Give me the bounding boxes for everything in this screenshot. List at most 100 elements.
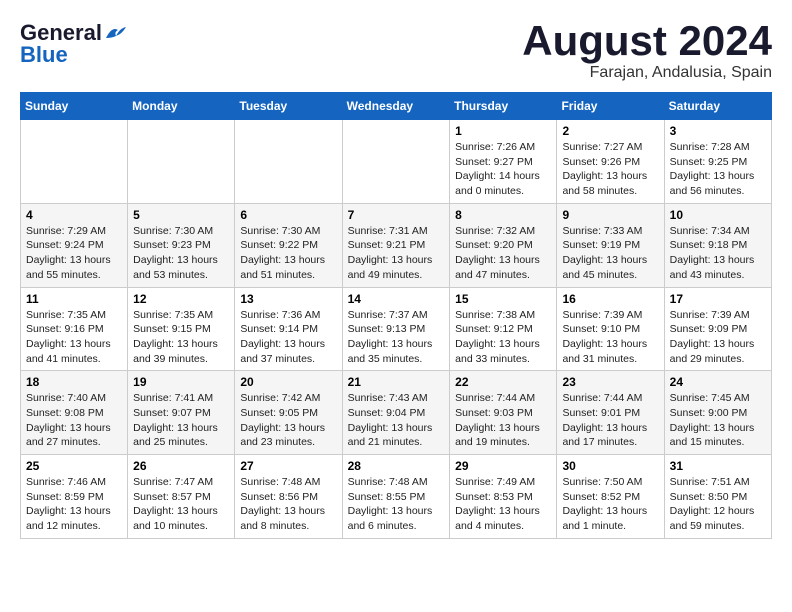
- day-number: 20: [240, 375, 336, 389]
- calendar-day-cell: 22 Sunrise: 7:44 AM Sunset: 9:03 PM Dayli…: [450, 371, 557, 455]
- day-number: 11: [26, 292, 122, 306]
- day-number: 13: [240, 292, 336, 306]
- day-info: Sunrise: 7:44 AM Sunset: 9:03 PM Dayligh…: [455, 391, 551, 450]
- day-info: Sunrise: 7:51 AM Sunset: 8:50 PM Dayligh…: [670, 475, 766, 534]
- day-info: Sunrise: 7:27 AM Sunset: 9:26 PM Dayligh…: [562, 140, 658, 199]
- calendar-day-cell: 4Sunrise: 7:29 AM Sunset: 9:24 PM Daylig…: [21, 203, 128, 287]
- day-info: Sunrise: 7:35 AM Sunset: 9:16 PM Dayligh…: [26, 308, 122, 367]
- day-number: 31: [670, 459, 766, 473]
- calendar-day-cell: 1Sunrise: 7:26 AM Sunset: 9:27 PM Daylig…: [450, 120, 557, 204]
- day-number: 14: [348, 292, 445, 306]
- weekday-header: Tuesday: [235, 93, 342, 120]
- calendar-day-cell: 2 Sunrise: 7:27 AM Sunset: 9:26 PM Daylig…: [557, 120, 664, 204]
- day-number: 22: [455, 375, 551, 389]
- calendar-day-cell: 3Sunrise: 7:28 AM Sunset: 9:25 PM Daylig…: [664, 120, 771, 204]
- page-header: General Blue August 2024 Farajan, Andalu…: [20, 20, 772, 82]
- logo: General Blue: [20, 20, 126, 68]
- calendar-day-cell: 9 Sunrise: 7:33 AM Sunset: 9:19 PM Daylig…: [557, 203, 664, 287]
- day-info: Sunrise: 7:30 AM Sunset: 9:23 PM Dayligh…: [133, 224, 229, 283]
- calendar-day-cell: 28 Sunrise: 7:48 AM Sunset: 8:55 PM Dayli…: [342, 455, 450, 539]
- day-info: Sunrise: 7:38 AM Sunset: 9:12 PM Dayligh…: [455, 308, 551, 367]
- calendar-day-cell: 23 Sunrise: 7:44 AM Sunset: 9:01 PM Dayli…: [557, 371, 664, 455]
- calendar-day-cell: 26 Sunrise: 7:47 AM Sunset: 8:57 PM Dayli…: [128, 455, 235, 539]
- day-number: 26: [133, 459, 229, 473]
- calendar-day-cell: [21, 120, 128, 204]
- calendar-week-row: 4Sunrise: 7:29 AM Sunset: 9:24 PM Daylig…: [21, 203, 772, 287]
- calendar-day-cell: 31 Sunrise: 7:51 AM Sunset: 8:50 PM Dayli…: [664, 455, 771, 539]
- weekday-header: Wednesday: [342, 93, 450, 120]
- day-number: 6: [240, 208, 336, 222]
- day-number: 12: [133, 292, 229, 306]
- day-info: Sunrise: 7:47 AM Sunset: 8:57 PM Dayligh…: [133, 475, 229, 534]
- calendar-day-cell: 21 Sunrise: 7:43 AM Sunset: 9:04 PM Dayli…: [342, 371, 450, 455]
- day-number: 8: [455, 208, 551, 222]
- day-info: Sunrise: 7:41 AM Sunset: 9:07 PM Dayligh…: [133, 391, 229, 450]
- location: Farajan, Andalusia, Spain: [522, 64, 772, 82]
- calendar-day-cell: 13 Sunrise: 7:36 AM Sunset: 9:14 PM Dayli…: [235, 287, 342, 371]
- day-info: Sunrise: 7:46 AM Sunset: 8:59 PM Dayligh…: [26, 475, 122, 534]
- day-info: Sunrise: 7:34 AM Sunset: 9:18 PM Dayligh…: [670, 224, 766, 283]
- calendar-week-row: 1Sunrise: 7:26 AM Sunset: 9:27 PM Daylig…: [21, 120, 772, 204]
- calendar-day-cell: 5 Sunrise: 7:30 AM Sunset: 9:23 PM Daylig…: [128, 203, 235, 287]
- day-info: Sunrise: 7:48 AM Sunset: 8:55 PM Dayligh…: [348, 475, 445, 534]
- calendar-day-cell: [342, 120, 450, 204]
- calendar-day-cell: 16Sunrise: 7:39 AM Sunset: 9:10 PM Dayli…: [557, 287, 664, 371]
- day-number: 28: [348, 459, 445, 473]
- title-area: August 2024 Farajan, Andalusia, Spain: [522, 20, 772, 82]
- calendar-table: SundayMondayTuesdayWednesdayThursdayFrid…: [20, 92, 772, 539]
- day-info: Sunrise: 7:36 AM Sunset: 9:14 PM Dayligh…: [240, 308, 336, 367]
- month-title: August 2024: [522, 20, 772, 62]
- day-info: Sunrise: 7:40 AM Sunset: 9:08 PM Dayligh…: [26, 391, 122, 450]
- day-info: Sunrise: 7:33 AM Sunset: 9:19 PM Dayligh…: [562, 224, 658, 283]
- day-number: 30: [562, 459, 658, 473]
- day-info: Sunrise: 7:39 AM Sunset: 9:09 PM Dayligh…: [670, 308, 766, 367]
- weekday-header: Monday: [128, 93, 235, 120]
- day-info: Sunrise: 7:35 AM Sunset: 9:15 PM Dayligh…: [133, 308, 229, 367]
- day-info: Sunrise: 7:30 AM Sunset: 9:22 PM Dayligh…: [240, 224, 336, 283]
- day-number: 5: [133, 208, 229, 222]
- calendar-week-row: 25 Sunrise: 7:46 AM Sunset: 8:59 PM Dayli…: [21, 455, 772, 539]
- day-number: 9: [562, 208, 658, 222]
- calendar-day-cell: 7Sunrise: 7:31 AM Sunset: 9:21 PM Daylig…: [342, 203, 450, 287]
- calendar-header-row: SundayMondayTuesdayWednesdayThursdayFrid…: [21, 93, 772, 120]
- calendar-day-cell: 20Sunrise: 7:42 AM Sunset: 9:05 PM Dayli…: [235, 371, 342, 455]
- day-number: 1: [455, 124, 551, 138]
- calendar-day-cell: 6 Sunrise: 7:30 AM Sunset: 9:22 PM Daylig…: [235, 203, 342, 287]
- calendar-day-cell: 15Sunrise: 7:38 AM Sunset: 9:12 PM Dayli…: [450, 287, 557, 371]
- day-number: 21: [348, 375, 445, 389]
- day-number: 18: [26, 375, 122, 389]
- day-number: 17: [670, 292, 766, 306]
- calendar-day-cell: 18 Sunrise: 7:40 AM Sunset: 9:08 PM Dayli…: [21, 371, 128, 455]
- day-number: 27: [240, 459, 336, 473]
- day-info: Sunrise: 7:28 AM Sunset: 9:25 PM Dayligh…: [670, 140, 766, 199]
- calendar-day-cell: 24 Sunrise: 7:45 AM Sunset: 9:00 PM Dayli…: [664, 371, 771, 455]
- day-info: Sunrise: 7:43 AM Sunset: 9:04 PM Dayligh…: [348, 391, 445, 450]
- calendar-day-cell: [128, 120, 235, 204]
- day-info: Sunrise: 7:32 AM Sunset: 9:20 PM Dayligh…: [455, 224, 551, 283]
- logo-bird-icon: [104, 24, 126, 42]
- logo-blue: Blue: [20, 42, 68, 68]
- day-info: Sunrise: 7:44 AM Sunset: 9:01 PM Dayligh…: [562, 391, 658, 450]
- day-info: Sunrise: 7:39 AM Sunset: 9:10 PM Dayligh…: [562, 308, 658, 367]
- day-number: 10: [670, 208, 766, 222]
- calendar-day-cell: 12 Sunrise: 7:35 AM Sunset: 9:15 PM Dayli…: [128, 287, 235, 371]
- day-info: Sunrise: 7:49 AM Sunset: 8:53 PM Dayligh…: [455, 475, 551, 534]
- weekday-header: Saturday: [664, 93, 771, 120]
- calendar-day-cell: 30 Sunrise: 7:50 AM Sunset: 8:52 PM Dayli…: [557, 455, 664, 539]
- calendar-day-cell: 8 Sunrise: 7:32 AM Sunset: 9:20 PM Daylig…: [450, 203, 557, 287]
- calendar-day-cell: 25 Sunrise: 7:46 AM Sunset: 8:59 PM Dayli…: [21, 455, 128, 539]
- calendar-week-row: 11 Sunrise: 7:35 AM Sunset: 9:16 PM Dayli…: [21, 287, 772, 371]
- day-number: 24: [670, 375, 766, 389]
- calendar-day-cell: 10 Sunrise: 7:34 AM Sunset: 9:18 PM Dayli…: [664, 203, 771, 287]
- calendar-day-cell: [235, 120, 342, 204]
- day-number: 23: [562, 375, 658, 389]
- calendar-day-cell: 19Sunrise: 7:41 AM Sunset: 9:07 PM Dayli…: [128, 371, 235, 455]
- day-info: Sunrise: 7:45 AM Sunset: 9:00 PM Dayligh…: [670, 391, 766, 450]
- weekday-header: Friday: [557, 93, 664, 120]
- day-number: 25: [26, 459, 122, 473]
- calendar-day-cell: 17 Sunrise: 7:39 AM Sunset: 9:09 PM Dayli…: [664, 287, 771, 371]
- calendar-day-cell: 29Sunrise: 7:49 AM Sunset: 8:53 PM Dayli…: [450, 455, 557, 539]
- calendar-day-cell: 14Sunrise: 7:37 AM Sunset: 9:13 PM Dayli…: [342, 287, 450, 371]
- day-number: 2: [562, 124, 658, 138]
- day-info: Sunrise: 7:50 AM Sunset: 8:52 PM Dayligh…: [562, 475, 658, 534]
